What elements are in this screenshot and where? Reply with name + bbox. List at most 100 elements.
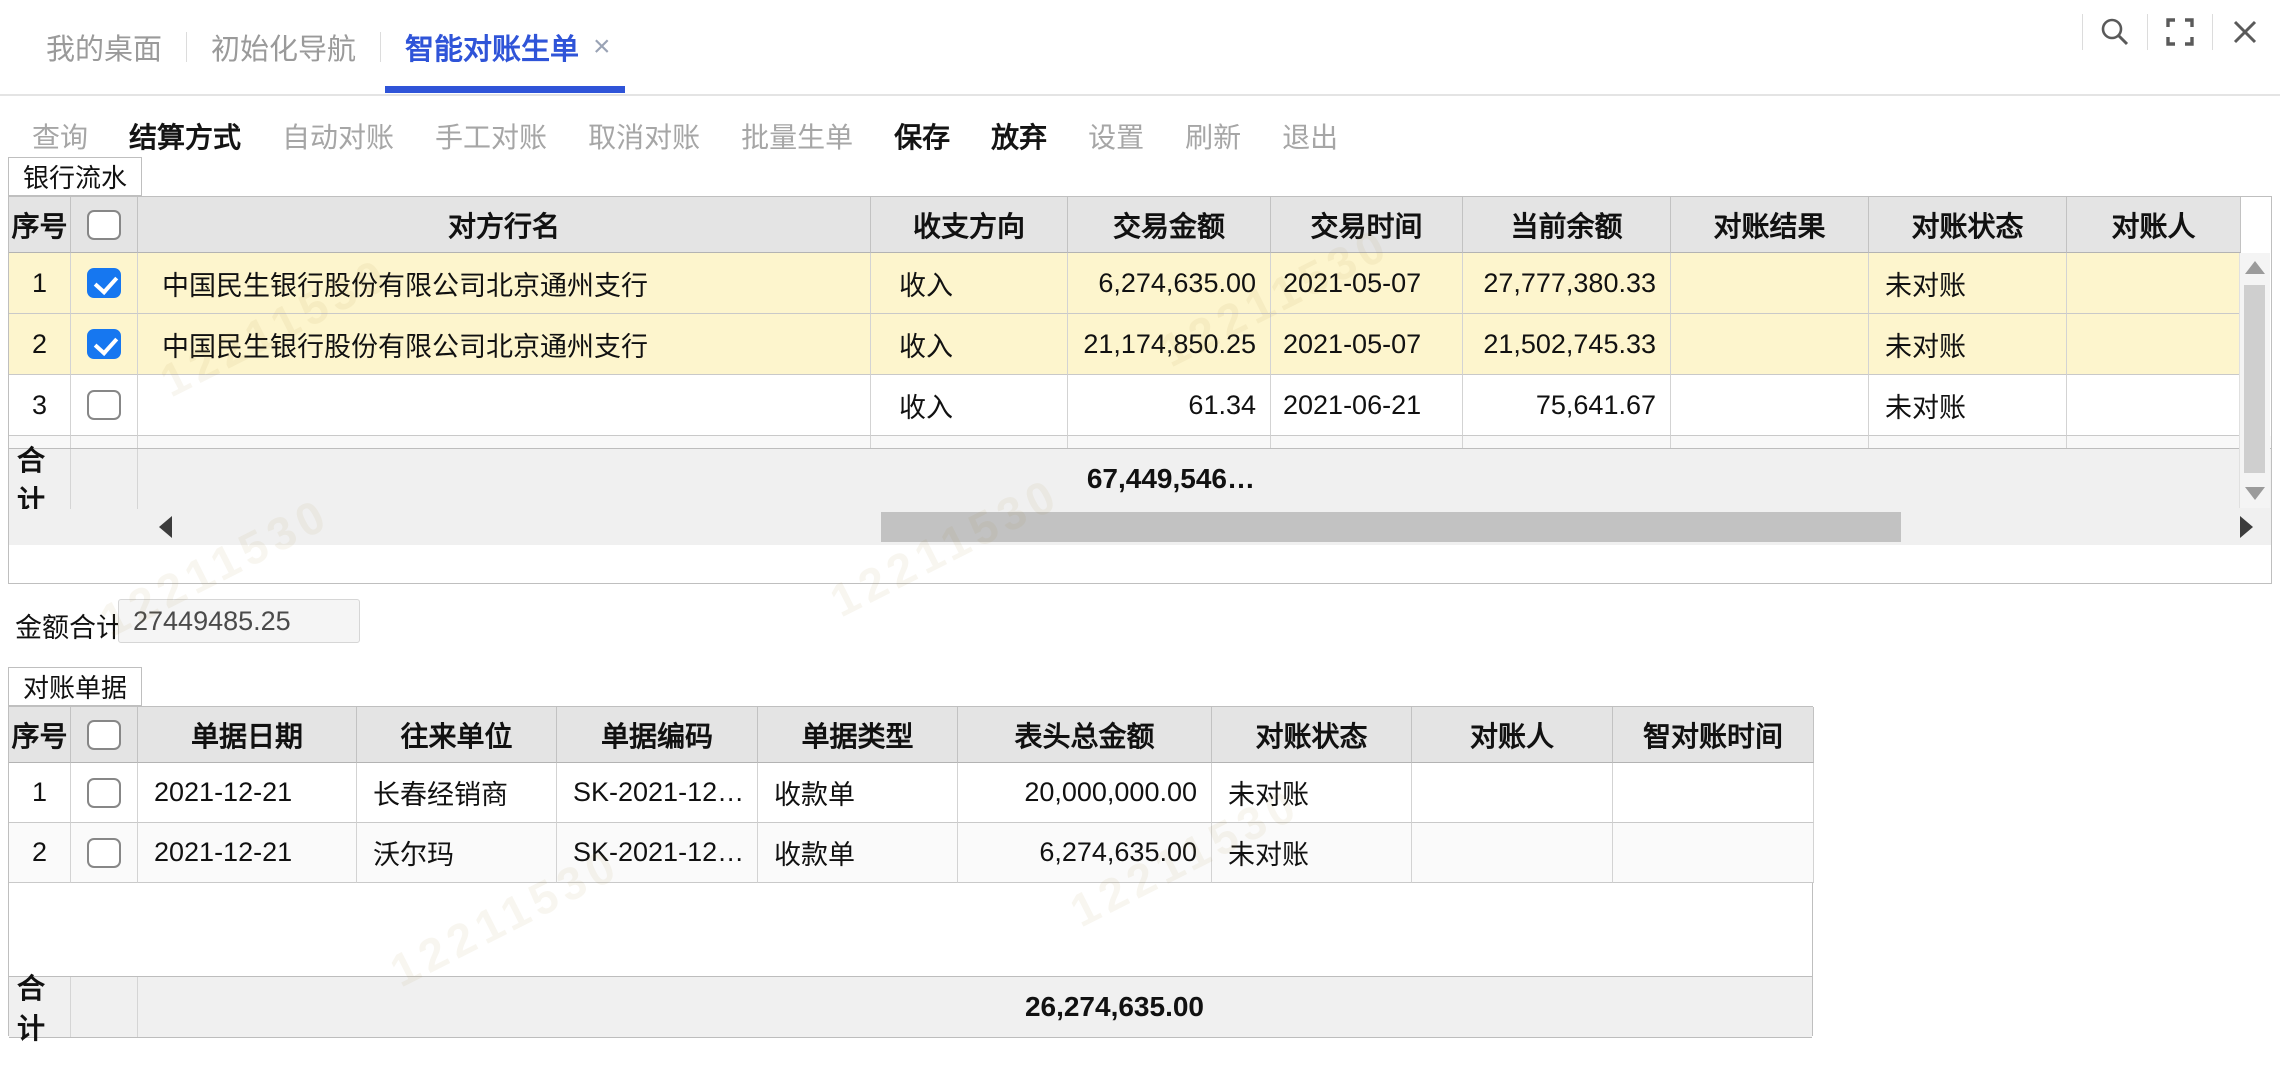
tab-separator xyxy=(186,32,187,62)
toolbar-batch-button[interactable]: 批量生单 xyxy=(741,116,853,156)
cell-status: 未对账 xyxy=(1869,314,2067,375)
cell-amount: 6,274,635.00 xyxy=(958,823,1212,883)
col-header-amount[interactable]: 交易金额 xyxy=(1068,197,1271,253)
row-checkbox[interactable] xyxy=(87,390,121,420)
cell-direction: 收入 xyxy=(871,253,1068,314)
total-amount: 26,274,635.00 xyxy=(138,977,1204,1037)
col-header-person[interactable]: 对账人 xyxy=(2067,197,2241,253)
col-header-amount[interactable]: 表头总金额 xyxy=(958,707,1212,763)
toolbar-cancel-recon-button[interactable]: 取消对账 xyxy=(588,116,700,156)
total-label: 合计 xyxy=(9,449,71,509)
cell-time xyxy=(1613,823,1814,883)
bank-flow-table: 序号 对方行名 收支方向 交易金额 交易时间 当前余额 对账结果 对账状态 对账… xyxy=(8,196,2272,584)
cell-code: SK-2021-12… xyxy=(557,823,758,883)
cell-partner: 长春经销商 xyxy=(357,763,557,823)
select-all-checkbox[interactable] xyxy=(87,720,121,750)
table-row[interactable]: 1 2021-12-21 长春经销商 SK-2021-12… 收款单 20,00… xyxy=(9,763,1812,823)
search-icon[interactable] xyxy=(2098,15,2132,49)
cell-amount: 61.34 xyxy=(1068,375,1271,436)
toolbar-exit-button[interactable]: 退出 xyxy=(1282,116,1338,156)
tab-label: 智能对账生单 xyxy=(405,26,579,68)
cell-amount: 20,000,000.00 xyxy=(958,763,1212,823)
total-amount: 67,449,546… xyxy=(138,449,1255,509)
cell-bank: 中国民生银行股份有限公司北京通州支行 xyxy=(138,314,871,375)
toolbar-settings-button[interactable]: 设置 xyxy=(1088,116,1144,156)
col-header-status[interactable]: 对账状态 xyxy=(1212,707,1412,763)
cell-time xyxy=(1613,763,1814,823)
tab-close-icon[interactable]: × xyxy=(593,30,611,64)
row-checkbox[interactable] xyxy=(87,268,121,298)
documents-total-row: 合计 26,274,635.00 xyxy=(9,976,1812,1038)
col-header-type[interactable]: 单据类型 xyxy=(758,707,958,763)
window-controls xyxy=(2067,0,2262,64)
toolbar-refresh-button[interactable]: 刷新 xyxy=(1185,116,1241,156)
col-header-balance[interactable]: 当前余额 xyxy=(1463,197,1671,253)
cell-person xyxy=(1412,823,1613,883)
col-header-time[interactable]: 交易时间 xyxy=(1271,197,1463,253)
cell-bank xyxy=(138,375,871,436)
scroll-right-arrow[interactable] xyxy=(2240,516,2253,538)
col-header-person[interactable]: 对账人 xyxy=(1412,707,1613,763)
toolbar-auto-recon-button[interactable]: 自动对账 xyxy=(282,116,394,156)
col-header-date[interactable]: 单据日期 xyxy=(138,707,357,763)
table-row[interactable]: 3 收入 61.34 2021-06-21 75,641.67 未对账 xyxy=(9,375,2271,436)
col-header-no[interactable]: 序号 xyxy=(9,707,71,763)
cell-direction: 收入 xyxy=(871,375,1068,436)
col-header-bank[interactable]: 对方行名 xyxy=(138,197,871,253)
table-row[interactable]: 1 中国民生银行股份有限公司北京通州支行 收入 6,274,635.00 202… xyxy=(9,253,2271,314)
amount-total-label: 金额合计 xyxy=(15,606,123,645)
vertical-scrollbar[interactable] xyxy=(2239,253,2270,508)
scroll-thumb[interactable] xyxy=(881,512,1901,542)
table-row[interactable]: 2 中国民生银行股份有限公司北京通州支行 收入 21,174,850.25 20… xyxy=(9,314,2271,375)
bank-flow-total-row: 合计 67,449,546… xyxy=(9,448,2271,510)
bank-flow-section-tab[interactable]: 银行流水 xyxy=(8,157,142,196)
row-checkbox-cell xyxy=(71,823,138,883)
scroll-left-arrow[interactable] xyxy=(159,516,172,538)
cell-time: 2021-05-07 xyxy=(1271,253,1463,314)
cell-time: 2021-05-07 xyxy=(1271,314,1463,375)
row-checkbox[interactable] xyxy=(87,778,121,808)
cell-balance: 27,777,380.33 xyxy=(1463,253,1671,314)
table-row[interactable]: 2 2021-12-21 沃尔玛 SK-2021-12… 收款单 6,274,6… xyxy=(9,823,1812,883)
select-all-checkbox[interactable] xyxy=(87,210,121,240)
row-checkbox-cell xyxy=(71,763,138,823)
cell-status: 未对账 xyxy=(1869,375,2067,436)
fullscreen-icon[interactable] xyxy=(2163,15,2197,49)
scroll-up-arrow[interactable] xyxy=(2245,261,2265,274)
scroll-thumb[interactable] xyxy=(2244,285,2265,473)
col-header-result[interactable]: 对账结果 xyxy=(1671,197,1869,253)
col-header-direction[interactable]: 收支方向 xyxy=(871,197,1068,253)
documents-section-tab[interactable]: 对账单据 xyxy=(8,667,142,706)
select-all-checkbox-cell xyxy=(71,197,138,253)
close-icon[interactable] xyxy=(2228,15,2262,49)
toolbar-settlement-button[interactable]: 结算方式 xyxy=(129,116,241,156)
horizontal-scrollbar[interactable] xyxy=(9,509,2271,545)
cell-bank: 中国民生银行股份有限公司北京通州支行 xyxy=(138,253,871,314)
scroll-down-arrow[interactable] xyxy=(2245,487,2265,500)
documents-header-row: 序号 单据日期 往来单位 单据编码 单据类型 表头总金额 对账状态 对账人 智对… xyxy=(9,707,1812,763)
select-all-checkbox-cell xyxy=(71,707,138,763)
col-header-code[interactable]: 单据编码 xyxy=(557,707,758,763)
tab-init-navigation[interactable]: 初始化导航 xyxy=(211,0,356,94)
col-header-no[interactable]: 序号 xyxy=(9,197,71,253)
cell-amount: 6,274,635.00 xyxy=(1068,253,1271,314)
col-header-status[interactable]: 对账状态 xyxy=(1869,197,2067,253)
row-checkbox[interactable] xyxy=(87,838,121,868)
row-no: 2 xyxy=(9,314,71,375)
toolbar-save-button[interactable]: 保存 xyxy=(894,116,950,156)
col-header-time[interactable]: 智对账时间 xyxy=(1613,707,1814,763)
tab-my-desktop[interactable]: 我的桌面 xyxy=(46,0,162,94)
toolbar-manual-recon-button[interactable]: 手工对账 xyxy=(435,116,547,156)
toolbar: 查询 结算方式 自动对账 手工对账 取消对账 批量生单 保存 放弃 设置 刷新 … xyxy=(0,98,2280,174)
toolbar-query-button[interactable]: 查询 xyxy=(32,116,88,156)
row-checkbox-cell xyxy=(71,375,138,436)
amount-total-input[interactable] xyxy=(118,599,360,643)
row-checkbox-cell xyxy=(71,314,138,375)
toolbar-abandon-button[interactable]: 放弃 xyxy=(991,116,1047,156)
col-header-partner[interactable]: 往来单位 xyxy=(357,707,557,763)
row-checkbox[interactable] xyxy=(87,329,121,359)
cell-person xyxy=(2067,314,2241,375)
cell-person xyxy=(2067,375,2241,436)
total-label: 合计 xyxy=(9,977,71,1037)
tab-smart-reconciliation[interactable]: 智能对账生单 × xyxy=(405,0,611,94)
